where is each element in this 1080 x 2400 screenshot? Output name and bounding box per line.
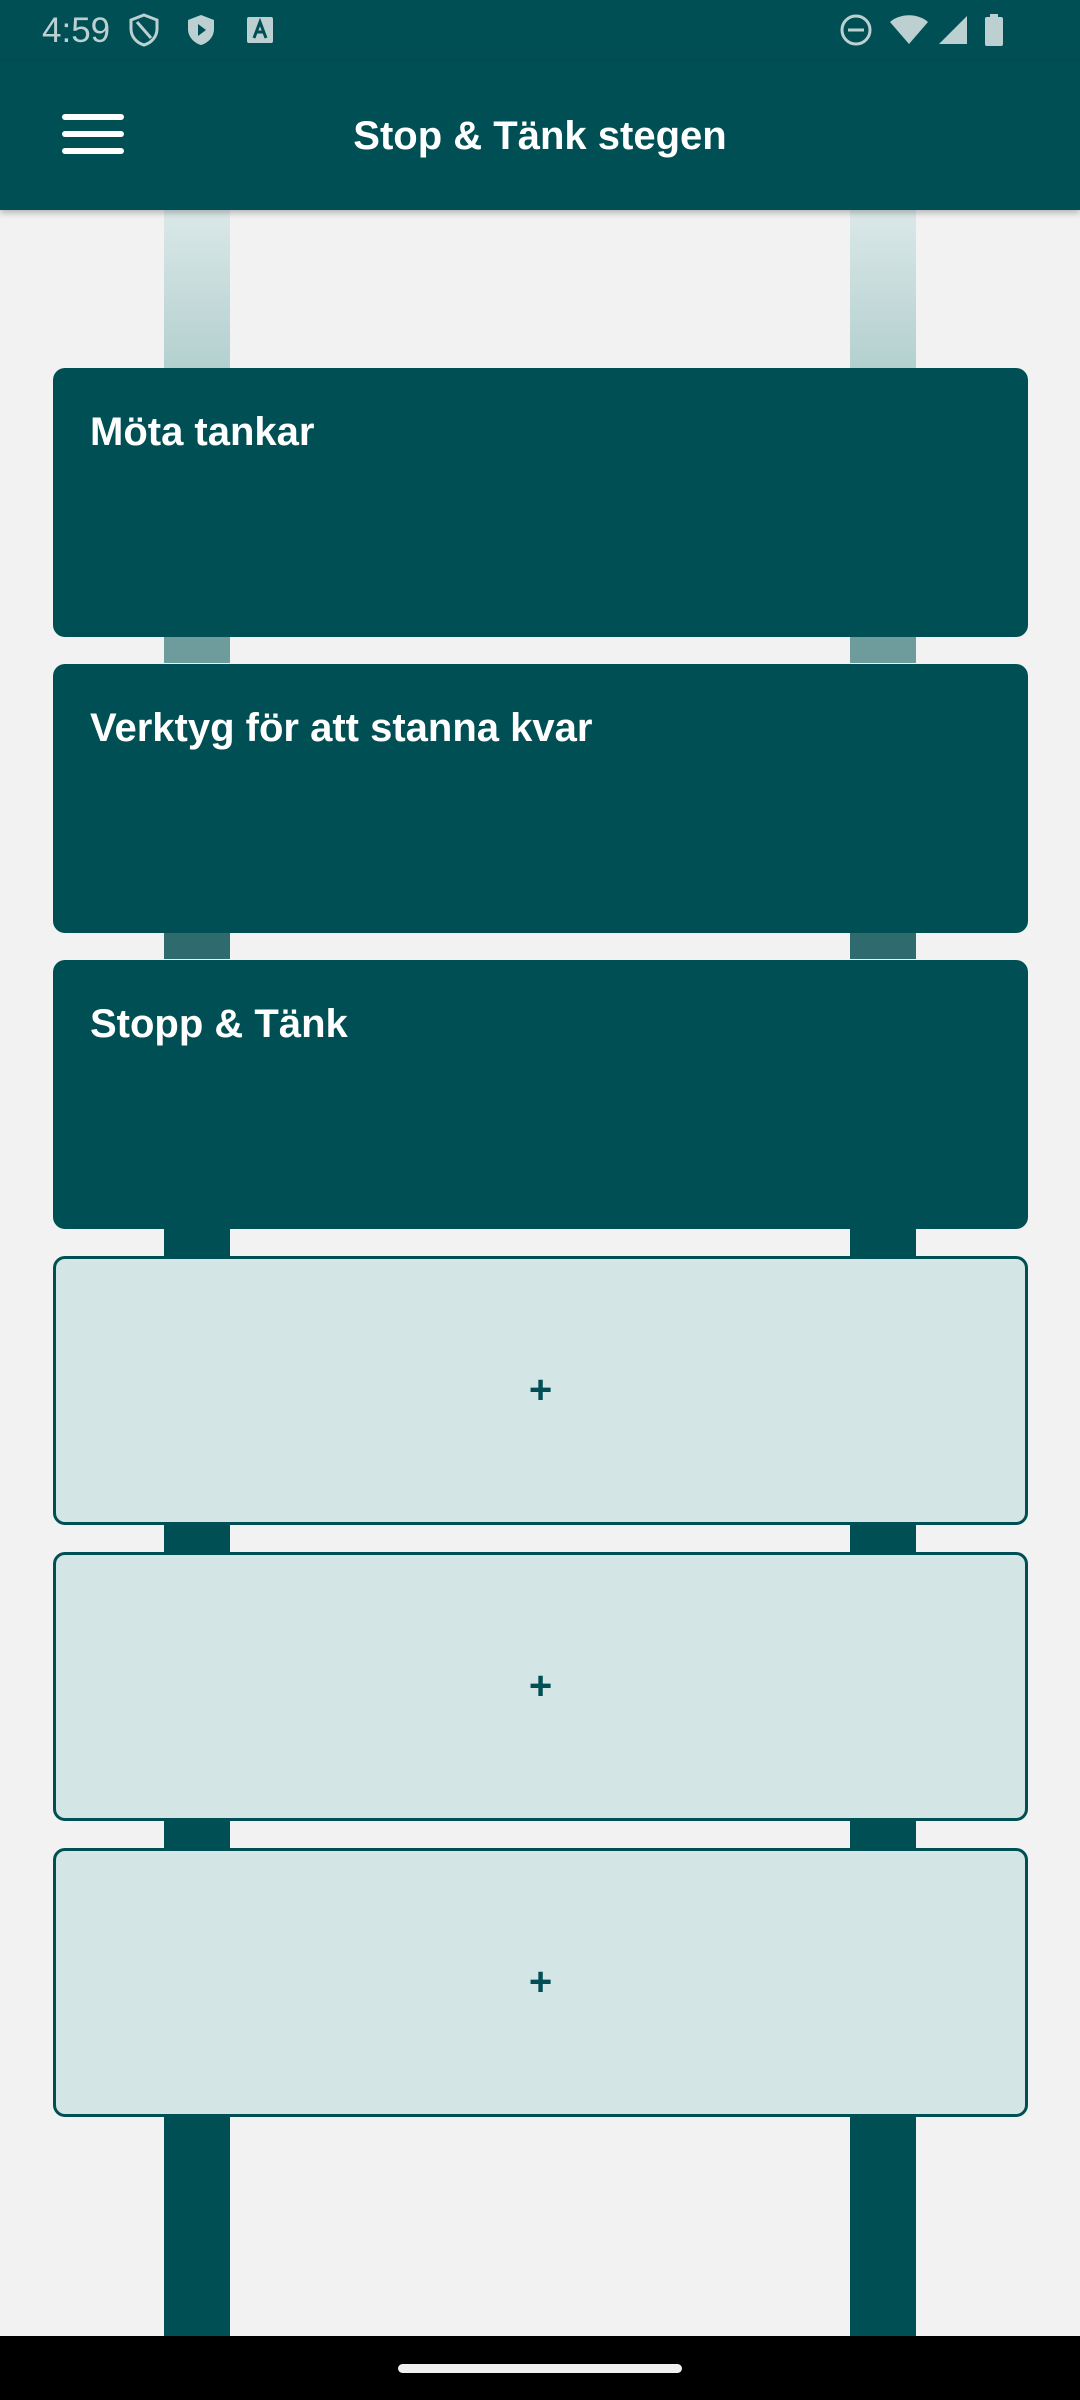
- hamburger-menu-icon: [62, 112, 124, 161]
- step-card-1[interactable]: Möta tankar: [53, 368, 1028, 637]
- step-title: Verktyg för att stanna kvar: [90, 706, 593, 750]
- signal-icon: [935, 12, 971, 48]
- step-card-3[interactable]: Stopp & Tänk: [53, 960, 1028, 1229]
- plus-icon: +: [528, 1664, 553, 1708]
- step-title: Stopp & Tänk: [90, 1002, 348, 1046]
- do-not-disturb-icon: [838, 12, 874, 48]
- ladder-steps: Möta tankar Verktyg för att stanna kvar …: [53, 368, 1028, 2144]
- app-bar: Stop & Tänk stegen: [0, 62, 1080, 210]
- menu-button[interactable]: [40, 100, 144, 172]
- plus-icon: +: [528, 1368, 553, 1412]
- status-bar: 4:59: [0, 0, 1080, 62]
- play-shield-icon: [183, 12, 219, 48]
- plus-icon: +: [528, 1960, 553, 2004]
- add-step-button-2[interactable]: +: [53, 1552, 1028, 1821]
- step-card-2[interactable]: Verktyg för att stanna kvar: [53, 664, 1028, 933]
- shield-icon: [126, 12, 162, 48]
- wifi-icon: [888, 12, 930, 48]
- add-step-button-1[interactable]: +: [53, 1256, 1028, 1525]
- page-title: Stop & Tänk stegen: [353, 114, 727, 158]
- step-title: Möta tankar: [90, 410, 315, 454]
- status-time: 4:59: [42, 11, 111, 50]
- add-step-button-3[interactable]: +: [53, 1848, 1028, 2117]
- font-a-icon: [242, 12, 278, 48]
- system-nav-bar: [0, 2336, 1080, 2400]
- battery-icon: [982, 12, 1006, 48]
- home-indicator[interactable]: [398, 2364, 682, 2373]
